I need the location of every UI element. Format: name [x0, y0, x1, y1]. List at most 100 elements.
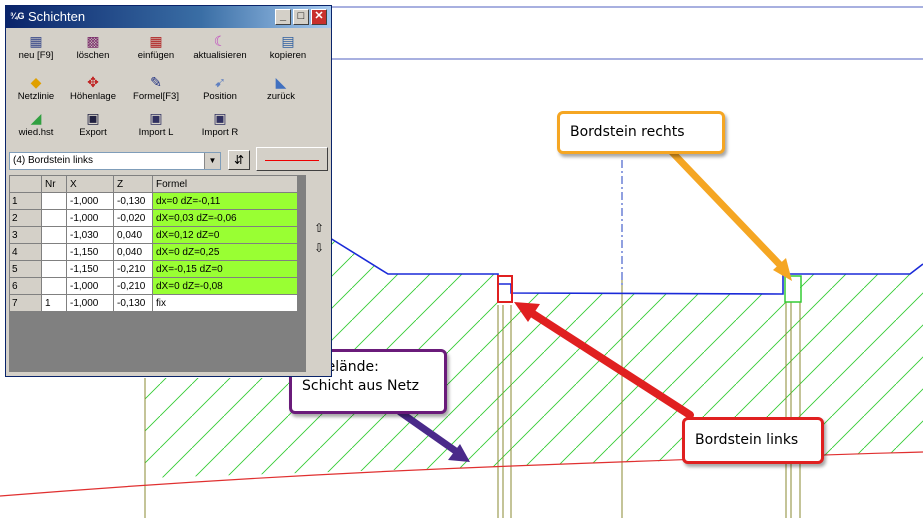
- height-button-label: Höhenlage: [70, 91, 116, 102]
- export-button[interactable]: ▣ Export: [63, 109, 123, 145]
- back-button[interactable]: ◣ zurück: [251, 73, 311, 109]
- bordstein-links-marker[interactable]: [497, 275, 513, 303]
- import-left-disk-icon: ▣: [149, 110, 163, 126]
- x-cell[interactable]: -1,000: [66, 209, 114, 227]
- header-row-number: [9, 175, 42, 193]
- z-cell[interactable]: 0,040: [113, 226, 153, 244]
- row-number-cell: 6: [9, 277, 42, 295]
- delete-button-label: löschen: [76, 50, 110, 61]
- header-nr[interactable]: Nr: [41, 175, 67, 193]
- z-cell[interactable]: 0,040: [113, 243, 153, 261]
- window-title: Schichten: [28, 9, 86, 24]
- formel-cell[interactable]: dX=0,03 dZ=-0,06: [152, 209, 298, 227]
- window-titlebar[interactable]: ¾G Schichten _ □ ✕: [6, 6, 331, 28]
- nr-cell[interactable]: 1: [41, 294, 67, 312]
- formula-pen-icon: ✎: [150, 74, 162, 90]
- nr-cell[interactable]: [41, 260, 67, 278]
- x-cell[interactable]: -1,150: [66, 243, 114, 261]
- nr-cell[interactable]: [41, 277, 67, 295]
- x-cell[interactable]: -1,000: [66, 192, 114, 210]
- maximize-button[interactable]: □: [293, 9, 309, 25]
- grid-add-icon: ▦: [29, 33, 43, 49]
- formel-cell[interactable]: dX=0 dZ=-0,08: [152, 277, 298, 295]
- close-button[interactable]: ✕: [311, 9, 327, 25]
- z-cell[interactable]: -0,130: [113, 192, 153, 210]
- bordstein-rechts-marker[interactable]: [784, 275, 802, 303]
- formel-cell[interactable]: dx=0 dZ=-0,11: [152, 192, 298, 210]
- nr-cell[interactable]: [41, 226, 67, 244]
- table-row[interactable]: 4 -1,150 0,040 dX=0 dZ=0,25: [9, 243, 298, 261]
- position-button[interactable]: ➹ Position: [190, 73, 250, 109]
- header-z[interactable]: Z: [113, 175, 153, 193]
- table-row[interactable]: 3 -1,030 0,040 dX=0,12 dZ=0: [9, 226, 298, 244]
- insert-button[interactable]: ▦ einfügen: [126, 32, 186, 68]
- import-right-button[interactable]: ▣ Import R: [190, 109, 250, 145]
- import-right-button-label: Import R: [201, 127, 239, 138]
- chevron-down-icon[interactable]: ▼: [204, 153, 220, 169]
- refresh-button-label: aktualisieren: [193, 50, 247, 61]
- x-cell[interactable]: -1,030: [66, 226, 114, 244]
- restore-icon: ◢: [30, 110, 42, 126]
- copy-button-label: kopieren: [269, 50, 307, 61]
- formel-cell[interactable]: dX=0 dZ=0,25: [152, 243, 298, 261]
- table-row[interactable]: 7 1 -1,000 -0,130 fix: [9, 294, 298, 312]
- copy-grid-icon: ▤: [281, 33, 295, 49]
- row-number-cell: 3: [9, 226, 42, 244]
- grid-insert-icon: ▦: [149, 33, 163, 49]
- nr-cell[interactable]: [41, 209, 67, 227]
- x-cell[interactable]: -1,000: [66, 277, 114, 295]
- export-button-label: Export: [79, 127, 107, 138]
- height-button[interactable]: ✥ Höhenlage: [63, 73, 123, 109]
- formula-button-label: Formel[F3]: [133, 91, 179, 102]
- row-number-cell: 2: [9, 209, 42, 227]
- nr-cell[interactable]: [41, 243, 67, 261]
- z-cell[interactable]: -0,210: [113, 277, 153, 295]
- x-cell[interactable]: -1,000: [66, 294, 114, 312]
- pick-button[interactable]: ⇵: [228, 150, 250, 170]
- export-disk-icon: ▣: [86, 110, 100, 126]
- minimize-button[interactable]: _: [275, 9, 291, 25]
- move-down-icon[interactable]: ⇩: [311, 240, 327, 256]
- z-cell[interactable]: -0,020: [113, 209, 153, 227]
- back-arrow-icon: ◣: [275, 74, 287, 90]
- formel-cell[interactable]: dX=0,12 dZ=0: [152, 226, 298, 244]
- grid-delete-icon: ▩: [86, 33, 100, 49]
- callout-bordstein-links: Bordstein links: [682, 417, 824, 464]
- z-cell[interactable]: -0,210: [113, 260, 153, 278]
- restore-button[interactable]: ◢ wied.hst: [6, 109, 66, 145]
- header-x[interactable]: X: [66, 175, 114, 193]
- header-formel[interactable]: Formel: [152, 175, 298, 193]
- line-style-preview: [265, 160, 319, 161]
- import-left-button[interactable]: ▣ Import L: [126, 109, 186, 145]
- schichten-window: ¾G Schichten _ □ ✕ ▦ neu [F9] ▩ löschen …: [5, 5, 332, 377]
- restore-button-label: wied.hst: [18, 127, 54, 138]
- new-button[interactable]: ▦ neu [F9]: [6, 32, 66, 68]
- netline-button[interactable]: ◆ Netzlinie: [6, 73, 66, 109]
- import-left-button-label: Import L: [138, 127, 174, 138]
- copy-button[interactable]: ▤ kopieren: [258, 32, 318, 68]
- delete-button[interactable]: ▩ löschen: [63, 32, 123, 68]
- app-icon: ¾G: [10, 11, 25, 21]
- move-up-icon[interactable]: ⇧: [311, 220, 327, 236]
- table-row[interactable]: 6 -1,000 -0,210 dX=0 dZ=-0,08: [9, 277, 298, 295]
- x-cell[interactable]: -1,150: [66, 260, 114, 278]
- z-cell[interactable]: -0,130: [113, 294, 153, 312]
- table-row[interactable]: 2 -1,000 -0,020 dX=0,03 dZ=-0,06: [9, 209, 298, 227]
- refresh-curve-icon: ☾: [213, 33, 227, 49]
- row-number-cell: 5: [9, 260, 42, 278]
- position-cursor-icon: ➹: [214, 74, 226, 90]
- refresh-button[interactable]: ☾ aktualisieren: [190, 32, 250, 68]
- earth-hatch-area: [330, 238, 923, 472]
- line-style-button[interactable]: [256, 147, 328, 171]
- formula-button[interactable]: ✎ Formel[F3]: [126, 73, 186, 109]
- table-row[interactable]: 1 -1,000 -0,130 dx=0 dZ=-0,11: [9, 192, 298, 210]
- nr-cell[interactable]: [41, 192, 67, 210]
- layer-points-grid[interactable]: Nr X Z Formel 1 -1,000 -0,130 dx=0 dZ=-0,11…: [9, 175, 306, 372]
- import-right-disk-icon: ▣: [213, 110, 227, 126]
- formel-cell[interactable]: dX=-0,15 dZ=0: [152, 260, 298, 278]
- table-header-row: Nr X Z Formel: [9, 175, 298, 193]
- formel-cell[interactable]: fix: [152, 294, 298, 312]
- row-number-cell: 7: [9, 294, 42, 312]
- layer-select[interactable]: (4) Bordstein links ▼: [9, 152, 221, 170]
- table-row[interactable]: 5 -1,150 -0,210 dX=-0,15 dZ=0: [9, 260, 298, 278]
